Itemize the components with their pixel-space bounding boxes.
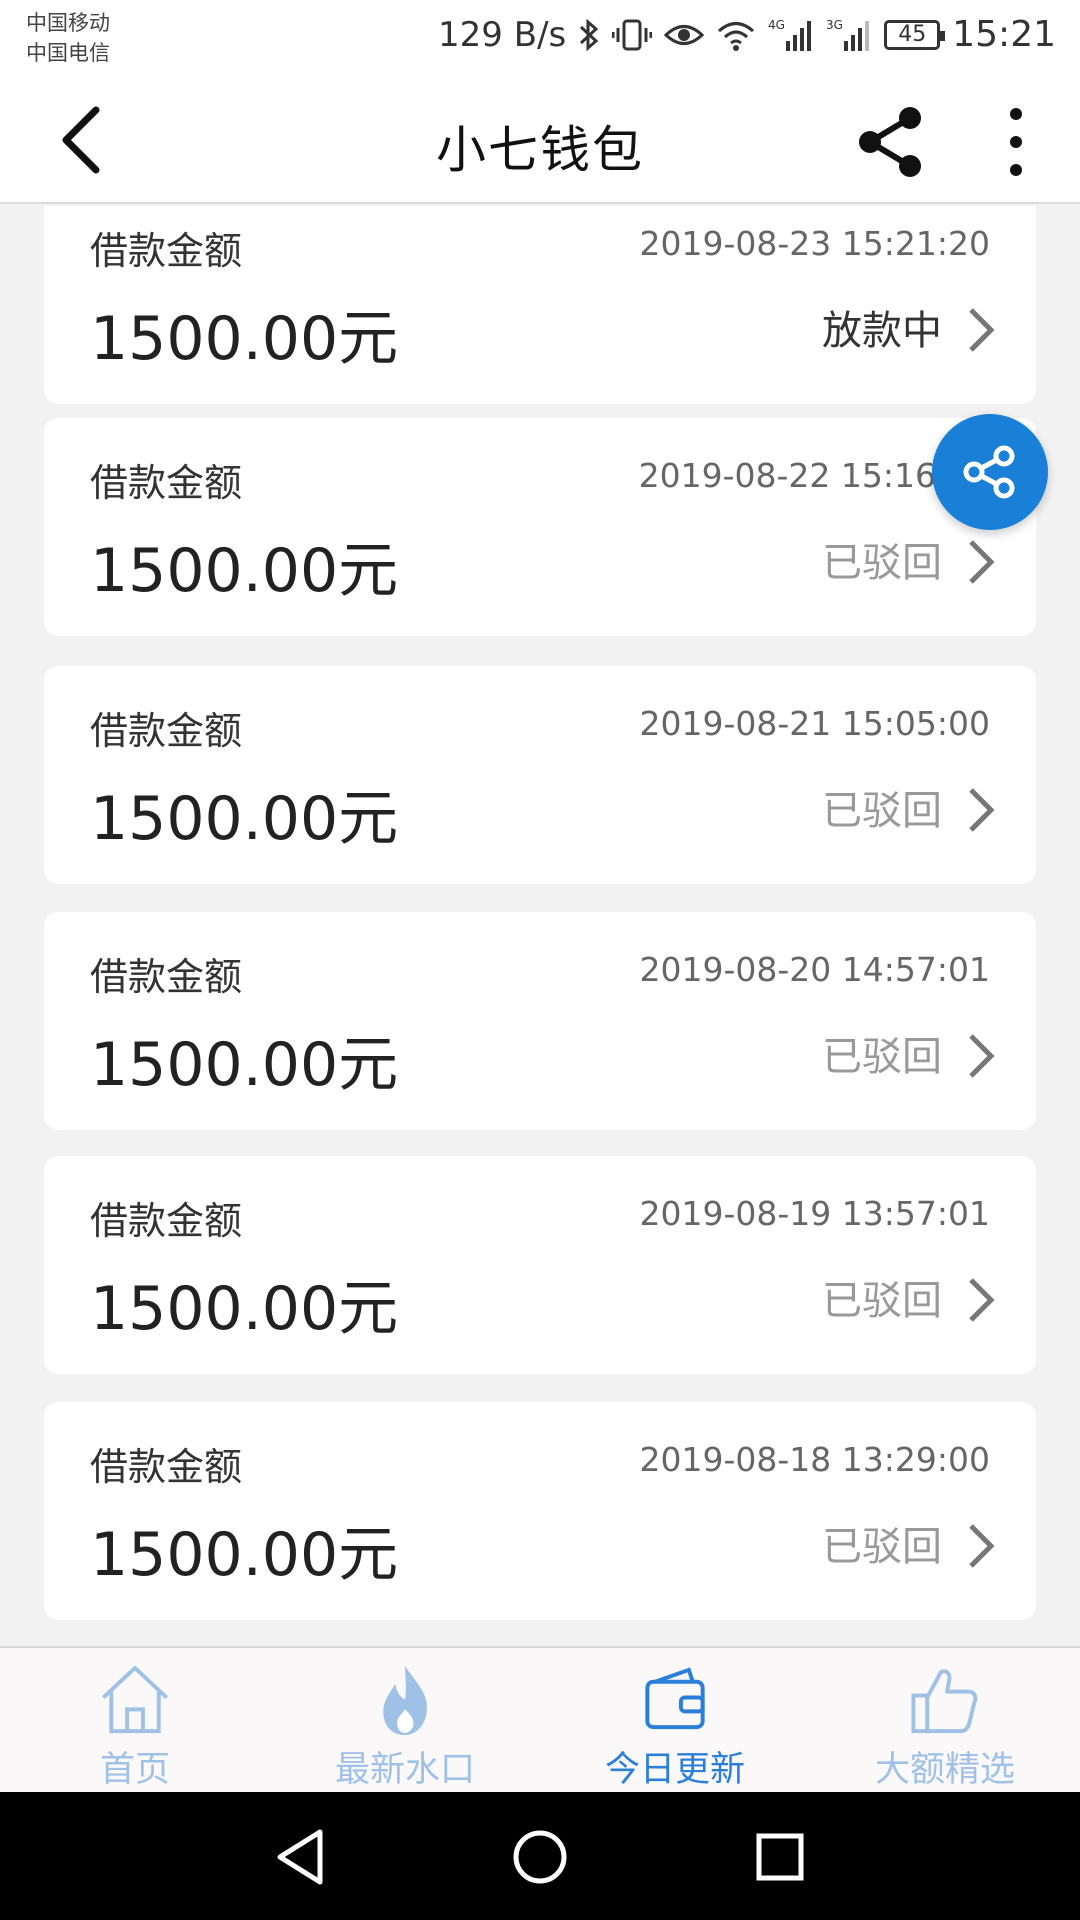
loan-status: 已驳回 [822,788,942,834]
wifi-icon [716,19,756,51]
nav-item-home[interactable]: 首页 [0,1648,270,1792]
loan-datetime: 2019-08-22 15:16 [638,456,936,495]
share-icon [963,445,1015,499]
svg-text:3G: 3G [826,18,843,32]
carrier-info: 中国移动 中国电信 [26,8,110,68]
nav-item-premium[interactable]: 大额精选 [810,1648,1080,1792]
floating-share-button[interactable] [932,414,1048,530]
loan-datetime: 2019-08-23 15:21:20 [639,224,990,263]
chevron-right-icon [969,1524,995,1568]
loan-record-card[interactable]: 借款金额 2019-08-19 13:57:01 1500.00元 已驳回 [44,1156,1036,1374]
app-header: 小七钱包 [0,80,1080,204]
chevron-right-icon [969,1034,995,1078]
nav-label: 首页 [99,1750,170,1790]
loan-datetime: 2019-08-19 13:57:01 [639,1194,990,1233]
clock: 15:21 [952,14,1056,55]
thumbs-up-icon [911,1669,978,1734]
battery-icon: 45 [884,19,946,50]
loan-status: 已驳回 [822,1034,942,1080]
loan-datetime: 2019-08-18 13:29:00 [639,1440,990,1479]
signal-4g-icon: 4G [768,17,814,53]
loan-status: 已驳回 [822,1278,942,1324]
status-bar: 中国移动 中国电信 129 B/s 4G 3G 45 15:21 [0,0,1080,80]
loan-record-card[interactable]: 借款金额 2019-08-20 14:57:01 1500.00元 已驳回 [44,912,1036,1130]
svg-text:4G: 4G [768,18,785,32]
system-nav-bar [0,1792,1080,1920]
loan-amount: 1500.00元 [90,304,399,374]
loan-status: 放款中 [822,308,942,354]
loan-amount-label: 借款金额 [90,229,243,273]
more-options-button[interactable] [986,102,1046,182]
loan-amount: 1500.00元 [90,1030,399,1100]
nav-label: 今日更新 [604,1750,745,1790]
status-indicators: 129 B/s 4G 3G 45 15:21 [438,14,1056,55]
loan-amount: 1500.00元 [90,784,399,854]
nav-item-today-update[interactable]: 今日更新 [540,1648,810,1792]
home-icon [102,1665,168,1734]
share-button[interactable] [852,102,932,182]
loan-status: 已驳回 [822,1524,942,1570]
signal-3g-icon: 3G [826,17,872,53]
loan-record-card[interactable]: 借款金额 2019-08-18 13:29:00 1500.00元 已驳回 [44,1402,1036,1620]
loan-amount: 1500.00元 [90,1274,399,1344]
nav-label: 大额精选 [874,1750,1015,1790]
recents-square-icon[interactable] [745,1822,815,1892]
vibrate-icon [612,18,653,52]
loan-status: 已驳回 [822,540,942,586]
bluetooth-icon [578,18,600,52]
more-vertical-icon [1010,108,1022,176]
loan-amount: 1500.00元 [90,536,399,606]
loan-amount-label: 借款金额 [90,955,243,999]
loan-record-card[interactable]: 借款金额 2019-08-23 15:21:20 1500.00元 放款中 [44,206,1036,404]
chevron-right-icon [969,540,995,584]
loan-record-card[interactable]: 借款金额 2019-08-22 15:16 1500.00元 已驳回 [44,418,1036,636]
carrier-1: 中国移动 [26,11,110,35]
home-circle-icon[interactable] [505,1822,575,1892]
loan-amount-label: 借款金额 [90,1199,243,1243]
loan-datetime: 2019-08-21 15:05:00 [639,704,990,743]
loan-amount-label: 借款金额 [90,461,243,505]
chevron-right-icon [969,1278,995,1322]
back-triangle-icon[interactable] [266,1822,336,1892]
loan-amount-label: 借款金额 [90,1445,243,1489]
chevron-right-icon [969,308,995,352]
loan-amount-label: 借款金额 [90,709,243,753]
loan-datetime: 2019-08-20 14:57:01 [639,950,990,989]
share-icon [859,107,921,177]
network-speed: 129 B/s [438,14,567,55]
loan-record-list[interactable]: 借款金额 2019-08-23 15:21:20 1500.00元 放款中 借款… [0,206,1080,1646]
nav-label: 最新水口 [334,1750,475,1790]
wallet-icon [645,1667,705,1730]
flame-icon [383,1665,427,1736]
bottom-nav: 首页 最新水口 今日更新 大额精选 [0,1646,1080,1792]
chevron-right-icon [969,788,995,832]
loan-record-card[interactable]: 借款金额 2019-08-21 15:05:00 1500.00元 已驳回 [44,666,1036,884]
eye-icon [664,20,705,50]
nav-item-latest[interactable]: 最新水口 [270,1648,540,1792]
loan-amount: 1500.00元 [90,1520,399,1590]
carrier-2: 中国电信 [26,41,110,65]
